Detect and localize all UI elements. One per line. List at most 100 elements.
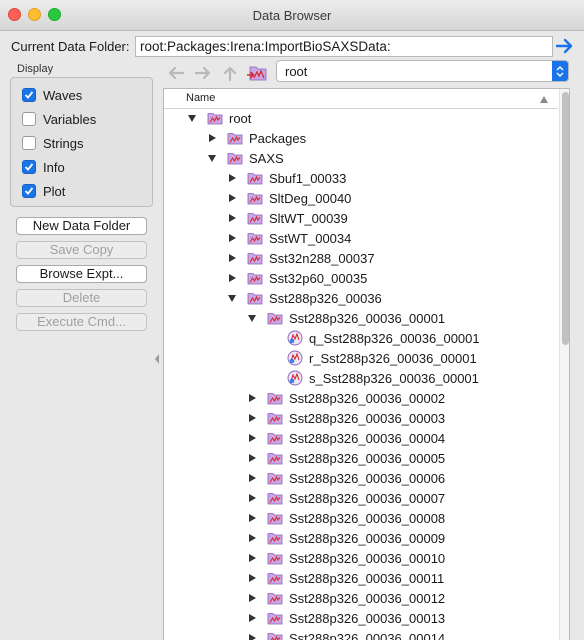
- tree-row-label: Sst288p326_00036_00006: [289, 470, 446, 486]
- up-arrow-icon[interactable]: [220, 64, 240, 82]
- checkbox-box[interactable]: [22, 136, 36, 150]
- tree-row-folder[interactable]: SltWT_00039: [227, 208, 348, 228]
- data-folder-icon: [267, 512, 283, 524]
- tree-row-wave[interactable]: i s_Sst288p326_00036_00001: [267, 368, 479, 388]
- execute-cmd-button[interactable]: Execute Cmd...: [16, 313, 147, 331]
- tree-row-folder[interactable]: Sst288p326_00036_00006: [247, 468, 445, 488]
- info-checkbox[interactable]: Info: [22, 158, 65, 176]
- disclosure-collapsed-icon[interactable]: [247, 493, 257, 503]
- disclosure-collapsed-icon[interactable]: [247, 633, 257, 640]
- tree-row-folder[interactable]: Sst288p326_00036_00007: [247, 488, 445, 508]
- tree-row-folder[interactable]: Packages: [207, 128, 306, 148]
- strings-checkbox[interactable]: Strings: [22, 134, 83, 152]
- data-folder-icon: [267, 592, 283, 604]
- go-to-folder-arrow-icon[interactable]: [555, 36, 575, 56]
- disclosure-collapsed-icon[interactable]: [247, 533, 257, 543]
- tree-row-folder[interactable]: Sst288p326_00036_00010: [247, 548, 445, 568]
- plot-checkbox[interactable]: Plot: [22, 182, 65, 200]
- tree-row-folder[interactable]: Sst288p326_00036_00004: [247, 428, 445, 448]
- tree-row-label: r_Sst288p326_00036_00001: [309, 350, 477, 366]
- disclosure-expanded-icon[interactable]: [227, 293, 237, 303]
- tree-scrollbar[interactable]: [559, 89, 569, 640]
- wave-info-icon: i: [287, 370, 303, 386]
- disclosure-collapsed-icon[interactable]: [227, 193, 237, 203]
- tree-row-label: SAXS: [249, 150, 284, 166]
- checkbox-label: Variables: [43, 111, 97, 127]
- tree-row-folder[interactable]: Sst32p60_00035: [227, 268, 367, 288]
- tree-row-folder[interactable]: SltDeg_00040: [227, 188, 351, 208]
- disclosure-collapsed-icon[interactable]: [247, 433, 257, 443]
- disclosure-collapsed-icon[interactable]: [247, 473, 257, 483]
- folder-select[interactable]: root: [276, 60, 569, 82]
- disclosure-expanded-icon[interactable]: [207, 153, 217, 163]
- set-current-folder-icon[interactable]: [247, 64, 267, 82]
- disclosure-collapsed-icon[interactable]: [247, 413, 257, 423]
- tree-row-folder[interactable]: SAXS: [207, 148, 284, 168]
- data-folder-icon: [267, 632, 283, 640]
- forward-arrow-icon[interactable]: [193, 64, 213, 82]
- display-group-title: Display: [17, 63, 54, 75]
- tree-row-folder[interactable]: Sst288p326_00036_00002: [247, 388, 445, 408]
- scroll-thumb[interactable]: [562, 92, 569, 345]
- disclosure-collapsed-icon[interactable]: [247, 593, 257, 603]
- select-stepper-icon[interactable]: [552, 61, 568, 81]
- tree-row-folder[interactable]: root: [187, 108, 251, 128]
- delete-button[interactable]: Delete: [16, 289, 147, 307]
- waves-checkbox[interactable]: Waves: [22, 86, 82, 104]
- browse-expt-button[interactable]: Browse Expt...: [16, 265, 147, 283]
- tree-row-folder[interactable]: Sst288p326_00036_00011: [247, 568, 444, 588]
- tree-row-folder[interactable]: Sst288p326_00036_00013: [247, 608, 445, 628]
- disclosure-collapsed-icon[interactable]: [227, 213, 237, 223]
- disclosure-collapsed-icon[interactable]: [227, 173, 237, 183]
- tree-row-label: Sst288p326_00036_00014: [289, 630, 446, 640]
- tree-row-folder[interactable]: Sst288p326_00036_00012: [247, 588, 445, 608]
- disclosure-collapsed-icon[interactable]: [247, 393, 257, 403]
- back-arrow-icon[interactable]: [166, 64, 186, 82]
- tree-row-label: Sst288p326_00036_00002: [289, 390, 446, 406]
- new-data-folder-button[interactable]: New Data Folder: [16, 217, 147, 235]
- splitter-handle-icon[interactable]: [154, 353, 160, 365]
- checkbox-box[interactable]: [22, 160, 36, 174]
- checkbox-box[interactable]: [22, 184, 36, 198]
- disclosure-collapsed-icon[interactable]: [247, 573, 257, 583]
- checkbox-label: Plot: [43, 183, 66, 199]
- disclosure-collapsed-icon[interactable]: [247, 453, 257, 463]
- tree-row-label: Sst288p326_00036_00007: [289, 490, 446, 506]
- tree-column-header[interactable]: Name: [164, 89, 558, 109]
- tree-row-folder[interactable]: Sst288p326_00036_00005: [247, 448, 445, 468]
- data-folder-icon: [267, 452, 283, 464]
- sort-ascending-icon[interactable]: [539, 94, 549, 104]
- tree-row-folder[interactable]: Sst32n288_00037: [227, 248, 375, 268]
- tree-row-folder[interactable]: Sst288p326_00036_00008: [247, 508, 445, 528]
- tree-row-folder[interactable]: Sst288p326_00036: [227, 288, 382, 308]
- tree-row-folder[interactable]: Sst288p326_00036_00009: [247, 528, 445, 548]
- tree-row-folder[interactable]: Sst288p326_00036_00014: [247, 628, 445, 640]
- checkbox-box[interactable]: [22, 112, 36, 126]
- data-folder-icon: [267, 572, 283, 584]
- disclosure-collapsed-icon[interactable]: [247, 613, 257, 623]
- tree-row-wave[interactable]: i r_Sst288p326_00036_00001: [267, 348, 477, 368]
- tree-row-label: Sst288p326_00036_00011: [289, 570, 445, 586]
- tree-row-folder[interactable]: Sbuf1_00033: [227, 168, 346, 188]
- save-copy-button[interactable]: Save Copy: [16, 241, 147, 259]
- disclosure-collapsed-icon[interactable]: [227, 253, 237, 263]
- disclosure-expanded-icon[interactable]: [247, 313, 257, 323]
- tree-row-wave[interactable]: i q_Sst288p326_00036_00001: [267, 328, 480, 348]
- disclosure-collapsed-icon[interactable]: [227, 233, 237, 243]
- tree-row-label: SltWT_00039: [269, 210, 348, 226]
- disclosure-expanded-icon[interactable]: [187, 113, 197, 123]
- disclosure-collapsed-icon[interactable]: [227, 273, 237, 283]
- title-bar: Data Browser: [0, 0, 584, 31]
- disclosure-collapsed-icon[interactable]: [207, 133, 217, 143]
- data-folder-icon: [247, 272, 263, 284]
- current-folder-field[interactable]: root:Packages:Irena:ImportBioSAXSData:: [135, 36, 553, 57]
- disclosure-collapsed-icon[interactable]: [247, 553, 257, 563]
- tree-row-folder[interactable]: SstWT_00034: [227, 228, 351, 248]
- tree-row-label: Sst288p326_00036_00013: [289, 610, 446, 626]
- data-tree[interactable]: Name root Packages SAXS Sbuf1_00033 SltDeg_0…: [163, 88, 570, 640]
- disclosure-collapsed-icon[interactable]: [247, 513, 257, 523]
- tree-row-folder[interactable]: Sst288p326_00036_00003: [247, 408, 445, 428]
- variables-checkbox[interactable]: Variables: [22, 110, 96, 128]
- checkbox-box[interactable]: [22, 88, 36, 102]
- tree-row-folder[interactable]: Sst288p326_00036_00001: [247, 308, 445, 328]
